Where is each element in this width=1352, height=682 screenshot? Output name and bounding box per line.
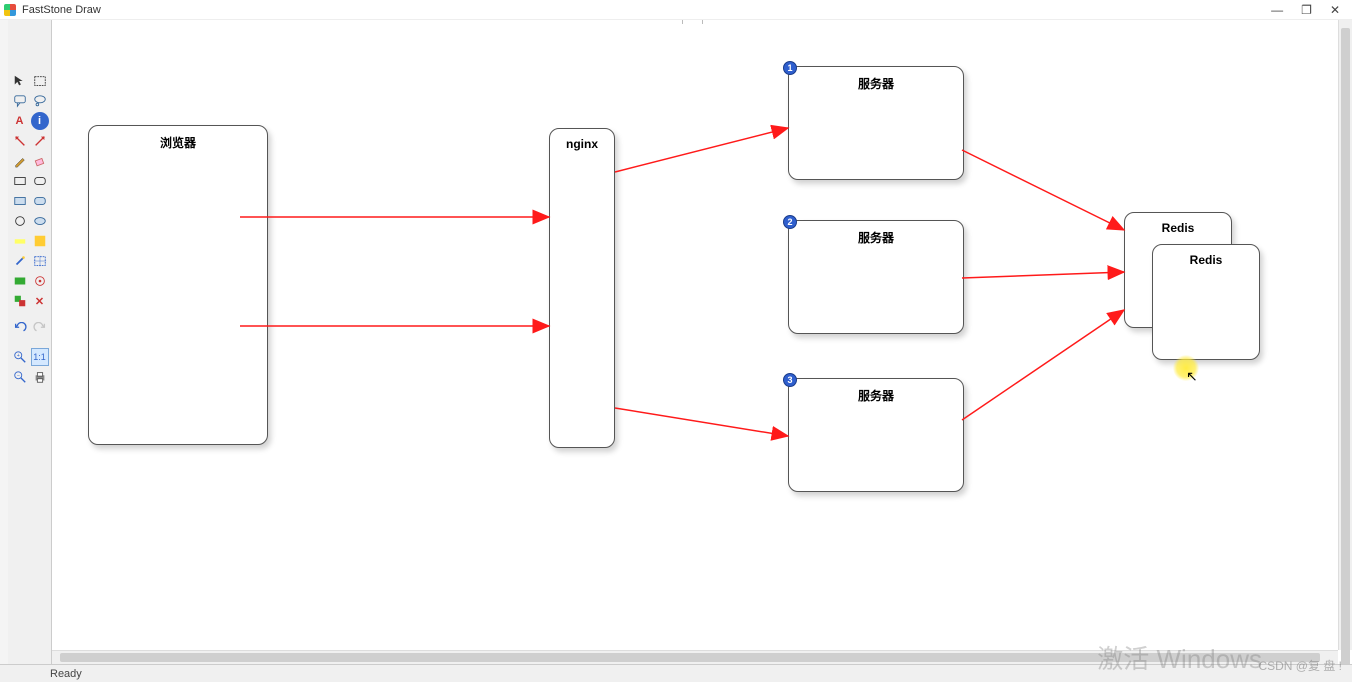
shape-redis-2[interactable]: Redis [1152, 244, 1260, 360]
rect-tool[interactable] [11, 192, 29, 210]
fill-tool[interactable] [31, 232, 49, 250]
magic-wand-tool[interactable] [11, 252, 29, 270]
redo-button[interactable] [31, 320, 49, 338]
text-tool[interactable]: A [11, 112, 29, 130]
vertical-scrollbar[interactable] [1338, 20, 1352, 650]
arrow-right-tool[interactable] [31, 132, 49, 150]
status-text: Ready [50, 668, 82, 680]
ruler-marks [52, 20, 1338, 24]
app-title: FastStone Draw [22, 4, 101, 16]
shape-label: 服务器 [858, 231, 894, 245]
zoom-actual-button[interactable]: 1:1 [31, 348, 49, 366]
statusbar: Ready [0, 664, 1352, 682]
close-button[interactable]: ✕ [1330, 3, 1340, 17]
undo-button[interactable] [11, 320, 29, 338]
canvas-wrap: 浏览器 nginx 1 服务器 2 服务器 3 服务器 Redis Redis [52, 20, 1352, 664]
circle-tool[interactable] [11, 212, 29, 230]
rect-select-tool[interactable] [31, 72, 49, 90]
delete-tool[interactable]: ✕ [31, 292, 49, 310]
shape-label: Redis [1190, 253, 1223, 267]
window-controls: — ❐ ✕ [1271, 3, 1348, 17]
rrect-tool[interactable] [31, 192, 49, 210]
shape-server-1[interactable]: 1 服务器 [788, 66, 964, 180]
zoom-out-button[interactable]: − [11, 368, 29, 386]
shape-label: 浏览器 [160, 136, 196, 150]
print-button[interactable] [31, 368, 49, 386]
info-tool[interactable]: i [31, 112, 49, 130]
arrow-left-tool[interactable] [11, 132, 29, 150]
workspace: A i ✕ + 1:1 [0, 20, 1352, 664]
ellipse-tool[interactable] [31, 212, 49, 230]
eraser-tool[interactable] [31, 152, 49, 170]
horizontal-scrollbar[interactable] [52, 650, 1338, 664]
highlighter-tool[interactable] [11, 232, 29, 250]
stamp-tool[interactable] [11, 272, 29, 290]
left-gutter [0, 20, 8, 664]
titlebar: FastStone Draw — ❐ ✕ [0, 0, 1352, 20]
shape-browser[interactable]: 浏览器 [88, 125, 268, 445]
target-tool[interactable] [31, 272, 49, 290]
line-rect-tool[interactable] [11, 172, 29, 190]
shape-label: 服务器 [858, 389, 894, 403]
color-swap-tool[interactable] [11, 292, 29, 310]
badge-3: 3 [783, 373, 797, 387]
shape-nginx[interactable]: nginx [549, 128, 615, 448]
app-logo [4, 4, 16, 16]
shape-label: Redis [1162, 221, 1195, 235]
speech-bubble-tool[interactable] [11, 92, 29, 110]
thought-bubble-tool[interactable] [31, 92, 49, 110]
canvas[interactable]: 浏览器 nginx 1 服务器 2 服务器 3 服务器 Redis Redis [52, 20, 1338, 650]
zoom-in-button[interactable]: + [11, 348, 29, 366]
select-tool[interactable] [11, 72, 29, 90]
shape-label: nginx [566, 137, 598, 151]
cursor-icon: ↖ [1186, 368, 1198, 385]
pencil-tool[interactable] [11, 152, 29, 170]
badge-1: 1 [783, 61, 797, 75]
minimize-button[interactable]: — [1271, 3, 1283, 17]
svg-text:−: − [16, 373, 19, 379]
badge-2: 2 [783, 215, 797, 229]
maximize-button[interactable]: ❐ [1301, 3, 1312, 17]
line-rrect-tool[interactable] [31, 172, 49, 190]
shape-label: 服务器 [858, 77, 894, 91]
toolbox: A i ✕ + 1:1 [8, 20, 52, 664]
shape-server-2[interactable]: 2 服务器 [788, 220, 964, 334]
shape-server-3[interactable]: 3 服务器 [788, 378, 964, 492]
select-rect-tool[interactable] [31, 252, 49, 270]
svg-text:+: + [16, 353, 19, 359]
